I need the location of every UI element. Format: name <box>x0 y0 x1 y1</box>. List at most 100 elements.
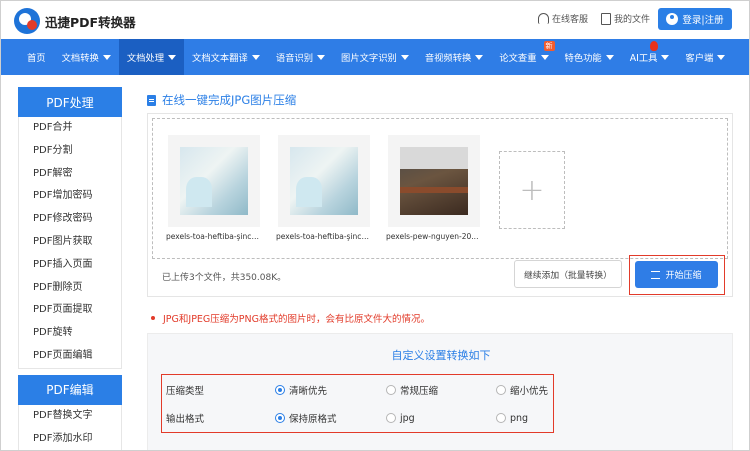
chevron-down-icon <box>475 54 484 60</box>
sidebar-item[interactable]: PDF图片获取 <box>19 231 121 254</box>
user-icon <box>666 13 679 25</box>
file-name: pexels-pew-nguyen-20... <box>386 232 479 241</box>
nav-item[interactable]: 文档文本翻译 <box>184 39 268 75</box>
start-button-highlight: 开始压缩 <box>629 255 725 295</box>
file-thumbnail[interactable] <box>278 135 370 227</box>
radio-selected-icon[interactable] <box>275 385 285 395</box>
nav-item-label: 文档文本翻译 <box>192 53 248 64</box>
sidebar-item[interactable]: PDF旋转 <box>19 322 121 345</box>
upload-panel: pexels-toa-heftiba-şinca... pexels-toa-h… <box>147 113 733 297</box>
upload-status: 已上传3个文件，共350.08K。 <box>162 273 287 283</box>
radio-option-label: jpg <box>400 412 415 424</box>
compress-type-option[interactable]: 缩小优先 <box>496 383 548 397</box>
brand-logo-icon[interactable] <box>14 8 40 34</box>
add-file-button[interactable]: + <box>499 151 565 229</box>
compress-type-option[interactable]: 清晰优先 <box>275 383 327 397</box>
nav-item-label: 语音识别 <box>275 53 314 64</box>
nav-item[interactable]: 论文查重新 <box>491 39 556 75</box>
radio-option-label: png <box>510 412 529 424</box>
support-link-label: 在线客服 <box>552 15 589 25</box>
hot-flame-icon <box>649 41 658 51</box>
sidebar-group-pdf-edit: PDF替换文字 PDF添加水印 <box>18 404 122 450</box>
nav-item-label: 图片文字识别 <box>341 53 397 64</box>
nav-item[interactable]: 客户端 <box>677 39 733 75</box>
format-notice: JPG和JPEG压缩为PNG格式的图片时，会有比原文件大的情况。 <box>151 311 430 325</box>
output-format-option[interactable]: jpg <box>386 413 415 424</box>
compress-type-option[interactable]: 常规压缩 <box>386 383 438 397</box>
radio-icon[interactable] <box>386 385 396 395</box>
document-icon <box>601 12 611 25</box>
file-thumbnail[interactable] <box>168 135 260 227</box>
nav-item[interactable]: AI工具 <box>622 39 678 75</box>
page-title: 在线一键完成JPG图片压缩 <box>147 92 296 108</box>
nav-item[interactable]: 首页 <box>19 39 54 75</box>
sidebar-item[interactable]: PDF分割 <box>19 140 121 163</box>
sidebar-item[interactable]: PDF添加水印 <box>19 428 121 450</box>
nav-item-label: 文档转换 <box>61 53 99 64</box>
nav-item[interactable]: 音视频转换 <box>417 39 492 75</box>
my-files-link[interactable]: 我的文件 <box>601 12 650 25</box>
start-compress-button[interactable]: 开始压缩 <box>635 261 718 288</box>
nav-item[interactable]: 语音识别 <box>268 39 333 75</box>
nav-item-label: 文档处理 <box>126 53 165 64</box>
nav-item[interactable]: 文档转换 <box>54 39 119 75</box>
nav-item[interactable]: 文档处理 <box>118 39 185 75</box>
sidebar-item[interactable]: PDF替换文字 <box>19 405 121 428</box>
radio-option-label: 清晰优先 <box>289 386 328 397</box>
login-register-button[interactable]: 登录|注册 <box>658 8 732 30</box>
chevron-down-icon <box>168 54 177 60</box>
image-preview <box>400 147 468 215</box>
nav-item-label: 论文查重 <box>499 53 537 64</box>
radio-icon[interactable] <box>496 413 506 423</box>
chevron-down-icon <box>400 54 409 60</box>
output-format-option[interactable]: png <box>496 413 528 424</box>
output-format-option[interactable]: 保持原格式 <box>275 411 337 425</box>
swap-icon <box>651 270 661 279</box>
start-compress-label: 开始压缩 <box>665 271 702 281</box>
nav-item-label: 首页 <box>27 53 46 64</box>
image-preview <box>290 147 358 215</box>
file-name: pexels-toa-heftiba-şinca... <box>276 232 372 241</box>
radio-selected-icon[interactable] <box>275 413 285 423</box>
sidebar-item[interactable]: PDF解密 <box>19 163 121 186</box>
support-link[interactable]: 在线客服 <box>538 12 588 25</box>
login-register-label: 登录|注册 <box>682 15 724 26</box>
image-preview <box>180 147 248 215</box>
nav-item-label: 音视频转换 <box>424 53 472 64</box>
sidebar-item[interactable]: PDF页面提取 <box>19 299 121 322</box>
settings-highlight: 压缩类型 清晰优先 常规压缩 缩小优先 输出格式 保持原格式 jpg png <box>161 374 554 433</box>
chevron-down-icon <box>540 54 549 60</box>
radio-option-label: 常规压缩 <box>400 386 439 397</box>
radio-icon[interactable] <box>386 413 396 423</box>
bullet-icon <box>151 316 155 320</box>
sidebar-item[interactable]: PDF增加密码 <box>19 185 121 208</box>
sidebar-item[interactable]: PDF插入页面 <box>19 254 121 277</box>
nav-item[interactable]: 特色功能 <box>557 39 622 75</box>
file-icon <box>147 94 156 106</box>
file-drop-zone[interactable]: pexels-toa-heftiba-şinca... pexels-toa-h… <box>152 118 728 259</box>
sidebar-group-pdf-processing-title: PDF处理 <box>18 87 122 117</box>
radio-icon[interactable] <box>496 385 506 395</box>
file-thumbnail[interactable] <box>388 135 480 227</box>
brand-name[interactable]: 迅捷PDF转换器 <box>45 12 136 31</box>
sidebar-group-pdf-processing: PDF合并 PDF分割 PDF解密 PDF增加密码 PDF修改密码 PDF图片获取 PDF插… <box>18 117 122 369</box>
chevron-down-icon <box>605 54 614 60</box>
sidebar-item[interactable]: PDF合并 <box>19 117 121 140</box>
sidebar-item[interactable]: PDF页面编辑 <box>19 345 121 368</box>
sidebar-group-pdf-edit-title: PDF编辑 <box>18 374 122 405</box>
output-format-row: 输出格式 保持原格式 jpg png <box>162 405 555 431</box>
sidebar-item[interactable]: PDF修改密码 <box>19 208 121 231</box>
chevron-down-icon <box>102 54 111 60</box>
plus-icon: + <box>519 172 545 208</box>
nav-item[interactable]: 图片文字识别 <box>333 39 417 75</box>
sidebar: PDF处理 PDF合并 PDF分割 PDF解密 PDF增加密码 PDF修改密码 PDF图片… <box>18 87 122 450</box>
sidebar-item[interactable]: PDF删除页 <box>19 277 121 300</box>
nav-item-label: 特色功能 <box>564 53 602 64</box>
chevron-down-icon <box>317 54 326 60</box>
chevron-down-icon <box>251 54 260 60</box>
continue-add-button[interactable]: 继续添加（批量转换） <box>514 260 622 288</box>
settings-panel: 自定义设置转换如下 压缩类型 清晰优先 常规压缩 缩小优先 输出格式 保持原格式… <box>147 333 733 450</box>
radio-option-label: 缩小优先 <box>510 386 549 397</box>
page-title-text: 在线一键完成JPG图片压缩 <box>162 93 297 107</box>
compress-type-row: 压缩类型 清晰优先 常规压缩 缩小优先 <box>162 377 555 403</box>
